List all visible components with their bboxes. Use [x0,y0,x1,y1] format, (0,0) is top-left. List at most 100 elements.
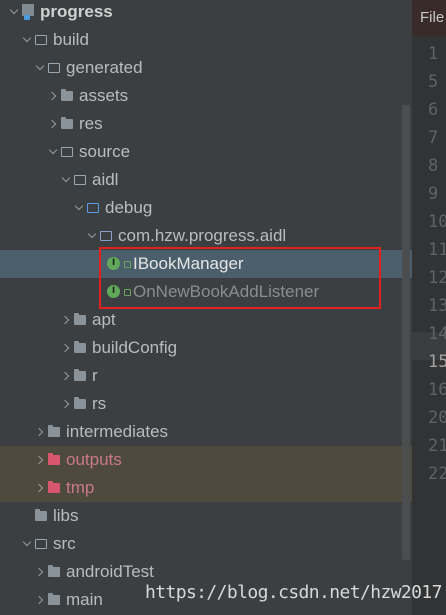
tree-row-aidl[interactable]: aidl [0,166,412,194]
chevron-right-icon[interactable] [34,446,48,474]
folder-icon [48,593,60,605]
chevron-down-icon[interactable] [86,222,100,250]
chevron-right-icon[interactable] [47,82,61,110]
chevron-right-icon[interactable] [34,586,48,614]
line-number: 15 [428,352,446,372]
tree-item-label: progress [40,2,113,21]
folder-icon [74,175,86,185]
tree-item-label: aidl [92,170,119,189]
chevron-right-icon[interactable] [60,306,74,334]
tree-row-rs[interactable]: rs [0,390,412,418]
folder-icon [74,341,86,353]
tree-item-label: apt [92,310,116,329]
chevron-down-icon[interactable] [21,530,35,558]
tree-row-apt[interactable]: apt [0,306,412,334]
tree-item-label: tmp [66,478,95,497]
editor-pane: File 1 5 6 7 8 9 10 11 12 13 14 15 16 20 21 22 [412,0,446,615]
folder-icon [48,425,60,437]
module-folder-icon [22,4,34,20]
chevron-right-icon[interactable] [34,474,48,502]
tree-item-label: com.hzw.progress.aidl [118,226,287,245]
vertical-scrollbar[interactable] [402,105,410,560]
line-number: 21 [428,436,446,456]
chevron-right-icon[interactable] [34,418,48,446]
line-number: 16 [428,380,446,400]
line-number: 11 [428,240,446,260]
tree-row-libs[interactable]: libs [0,502,412,530]
line-number: 6 [428,100,439,120]
chevron-down-icon[interactable] [34,54,48,82]
chevron-down-icon[interactable] [21,26,35,54]
chevron-right-icon[interactable] [47,110,61,138]
folder-icon [61,89,73,101]
folder-icon [74,313,86,325]
line-number: 13 [428,296,446,316]
folder-icon [35,35,47,45]
line-number: 14 [428,324,446,344]
tree-item-label: source [79,142,131,161]
tree-row-intermediates[interactable]: intermediates [0,418,412,446]
folder-icon [61,117,73,129]
tree-row-source[interactable]: source [0,138,412,166]
tree-item-label: outputs [66,450,122,469]
chevron-right-icon[interactable] [60,334,74,362]
excluded-folder-icon [48,481,60,493]
line-number: 5 [428,72,439,92]
chevron-down-icon[interactable] [47,138,61,166]
folder-icon [61,147,73,157]
tree-item-label: r [92,366,98,385]
line-number: 1 [428,44,439,64]
package-icon [100,231,112,241]
tree-item-label: libs [53,506,79,525]
tree-row-progress[interactable]: progress [0,0,412,26]
tree-item-label: build [53,30,89,49]
tree-item-label: assets [79,86,129,105]
tree-row-buildconfig[interactable]: buildConfig [0,334,412,362]
line-number: 20 [428,408,446,428]
tree-item-label: rs [92,394,107,413]
chevron-down-icon[interactable] [8,0,22,26]
tree-item-label: debug [105,198,153,217]
chevron-right-icon[interactable] [34,558,48,586]
folder-icon [35,539,47,549]
chevron-down-icon[interactable] [60,166,74,194]
tree-item-label: buildConfig [92,338,178,357]
line-number: 10 [428,212,446,232]
folder-icon [35,509,47,521]
folder-icon [74,369,86,381]
tree-item-label: main [66,590,103,609]
tree-row-generated[interactable]: generated [0,54,412,82]
source-folder-icon [87,203,99,213]
highlight-box [99,247,381,309]
line-number: 22 [428,464,446,484]
tree-item-label: intermediates [66,422,169,441]
folder-icon [48,565,60,577]
editor-tab-label: File [420,9,445,26]
line-number: 9 [428,184,439,204]
excluded-folder-icon [48,453,60,465]
watermark: https://blog.csdn.net/hzw2017 [145,582,442,603]
chevron-right-icon[interactable] [60,362,74,390]
tree-row-res[interactable]: res [0,110,412,138]
tree-item-label: androidTest [66,562,154,581]
tree-row-assets[interactable]: assets [0,82,412,110]
editor-tab[interactable]: File [412,0,446,37]
line-number: 8 [428,156,439,176]
chevron-down-icon[interactable] [73,194,87,222]
tree-row-com-hzw-progress-aidl[interactable]: com.hzw.progress.aidl [0,222,412,250]
tree-row-build[interactable]: build [0,26,412,54]
line-number: 7 [428,128,439,148]
tree-row-tmp[interactable]: tmp [0,474,412,502]
tree-row-src[interactable]: src [0,530,412,558]
chevron-right-icon[interactable] [60,390,74,418]
tree-item-label: res [79,114,103,133]
folder-icon [74,397,86,409]
tree-item-label: src [53,534,76,553]
folder-icon [48,63,60,73]
tree-row-r[interactable]: r [0,362,412,390]
tree-item-label: generated [66,58,143,77]
tree-row-debug[interactable]: debug [0,194,412,222]
line-number-gutter: 1 5 6 7 8 9 10 11 12 13 14 15 16 20 21 22 [412,36,446,615]
tree-row-outputs[interactable]: outputs [0,446,412,474]
line-number: 12 [428,268,446,288]
